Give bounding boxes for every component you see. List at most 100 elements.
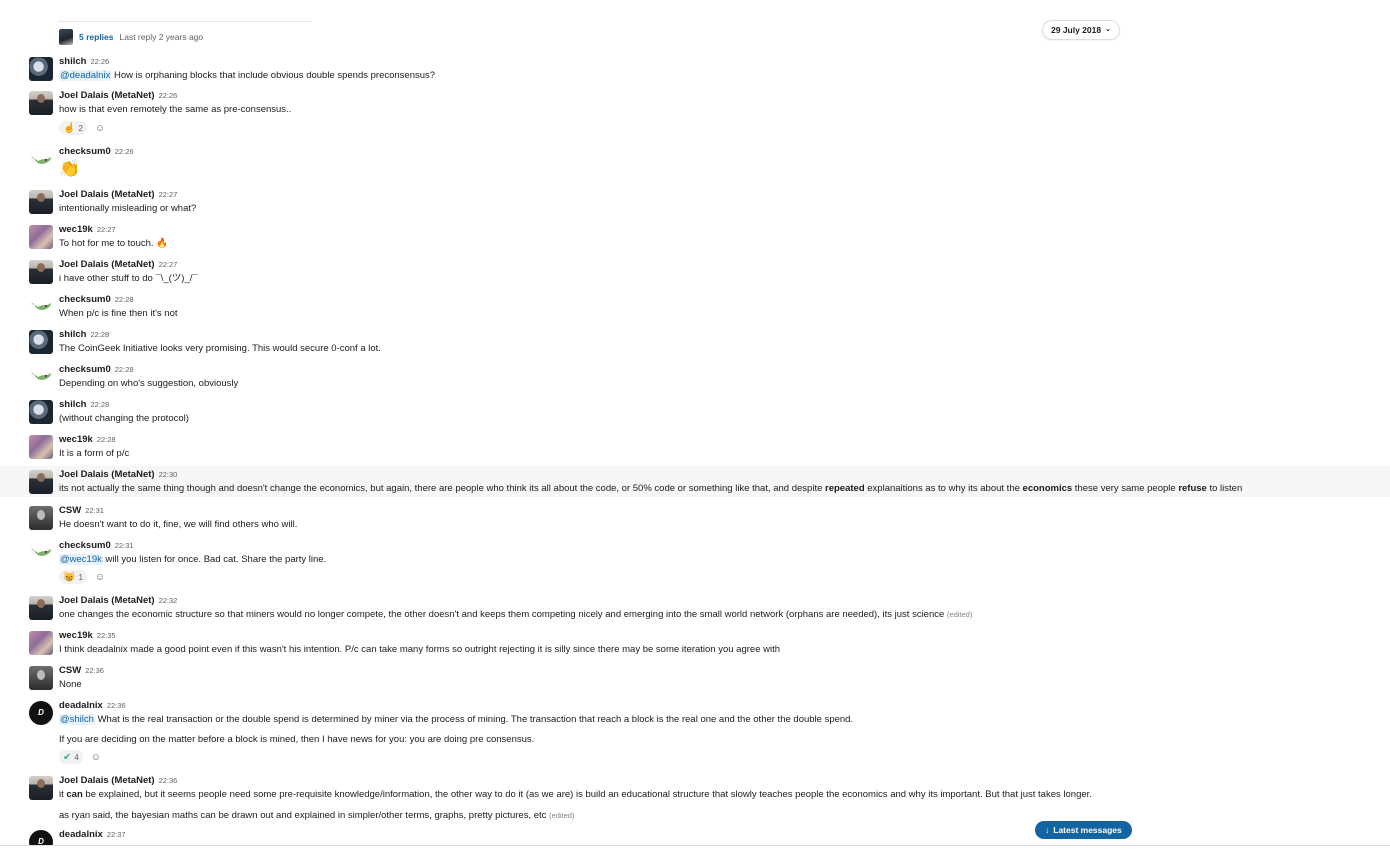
timestamp[interactable]: 22:27	[159, 190, 178, 199]
date-label: 29 July 2018	[1051, 25, 1102, 35]
author-name[interactable]: checksum0	[59, 146, 111, 157]
reaction-count: 2	[78, 123, 83, 133]
avatar[interactable]	[29, 776, 53, 800]
author-name[interactable]: wec19k	[59, 434, 93, 445]
avatar[interactable]: D	[29, 830, 53, 845]
author-name[interactable]: shilch	[59, 329, 86, 340]
avatar[interactable]	[29, 190, 53, 214]
timestamp[interactable]: 22:26	[115, 147, 134, 156]
message-header: Joel Dalais (MetaNet) 22:32	[59, 595, 177, 607]
timestamp[interactable]: 22:36	[107, 701, 126, 710]
message-text-continued: as ryan said, the bayesian maths can be …	[59, 809, 574, 822]
author-name[interactable]: CSW	[59, 505, 81, 516]
reaction-pill[interactable]: ☝ 2	[59, 121, 87, 135]
avatar[interactable]	[29, 506, 53, 530]
text: these very same people	[1072, 483, 1179, 494]
timestamp[interactable]: 22:31	[85, 506, 104, 515]
add-reaction-icon[interactable]: ☺	[88, 750, 104, 764]
timestamp[interactable]: 22:35	[97, 631, 116, 640]
timestamp[interactable]: 22:28	[90, 330, 109, 339]
latest-messages-button[interactable]: ↓ Latest messages	[1035, 821, 1132, 839]
add-reaction-icon[interactable]: ☺	[92, 570, 108, 584]
avatar[interactable]	[29, 400, 53, 424]
avatar[interactable]	[29, 631, 53, 655]
add-reaction-icon[interactable]: ☺	[92, 121, 108, 135]
author-name[interactable]: Joel Dalais (MetaNet)	[59, 90, 155, 101]
timestamp[interactable]: 22:28	[97, 435, 116, 444]
message-header: Joel Dalais (MetaNet) 22:27	[59, 259, 177, 271]
bold-text: economics	[1022, 483, 1073, 494]
message-header: CSW 22:36	[59, 665, 104, 677]
avatar[interactable]	[29, 91, 53, 115]
message-text: one changes the economic structure so th…	[59, 608, 972, 621]
whale-icon	[31, 373, 51, 380]
reaction-pill[interactable]: 😸 1	[59, 570, 87, 584]
thread-summary[interactable]: 5 replies Last reply 2 years ago	[59, 29, 203, 45]
message: Joel Dalais (MetaNet) 22:27 intentionally…	[0, 188, 1390, 218]
timestamp[interactable]: 22:28	[115, 295, 134, 304]
avatar[interactable]	[29, 596, 53, 620]
avatar[interactable]	[29, 295, 53, 319]
avatar[interactable]	[29, 666, 53, 690]
author-name[interactable]: checksum0	[59, 540, 111, 551]
thread-avatar	[59, 29, 73, 45]
smile-cat-emoji-icon: 😸	[63, 571, 76, 583]
timestamp[interactable]: 22:28	[115, 365, 134, 374]
timestamp[interactable]: 22:27	[159, 260, 178, 269]
author-name[interactable]: shilch	[59, 56, 86, 67]
author-name[interactable]: Joel Dalais (MetaNet)	[59, 595, 155, 606]
timestamp[interactable]: 22:32	[159, 596, 178, 605]
author-name[interactable]: deadalnix	[59, 829, 103, 840]
reaction-pill[interactable]: ✔ 4	[59, 750, 83, 764]
author-name[interactable]: Joel Dalais (MetaNet)	[59, 469, 155, 480]
message-text: @deadalnix How is orphaning blocks that …	[59, 69, 435, 82]
avatar[interactable]	[29, 435, 53, 459]
thread-replies-link[interactable]: 5 replies	[79, 31, 114, 44]
message-text: It is a form of p/c	[59, 448, 130, 459]
author-name[interactable]: Joel Dalais (MetaNet)	[59, 189, 155, 200]
avatar[interactable]: D	[29, 701, 53, 725]
avatar[interactable]	[29, 225, 53, 249]
message-text: how is that even remotely the same as pr…	[59, 104, 292, 115]
author-name[interactable]: checksum0	[59, 294, 111, 305]
timestamp[interactable]: 22:31	[115, 541, 134, 550]
timestamp[interactable]: 22:37	[107, 830, 126, 839]
timestamp[interactable]: 22:27	[97, 225, 116, 234]
bold-text: refuse	[1178, 483, 1207, 494]
message-header: checksum0 22:26	[59, 146, 134, 158]
avatar[interactable]	[29, 330, 53, 354]
mention[interactable]: @deadalnix	[59, 70, 112, 81]
avatar[interactable]	[29, 470, 53, 494]
text: one changes the economic structure so th…	[59, 609, 947, 620]
timestamp[interactable]: 22:26	[159, 91, 178, 100]
message-text: Depending on who's suggestion, obviously	[59, 378, 239, 389]
author-name[interactable]: checksum0	[59, 364, 111, 375]
timestamp[interactable]: 22:26	[90, 57, 109, 66]
message-header: deadalnix 22:36	[59, 700, 126, 712]
timestamp[interactable]: 22:28	[90, 400, 109, 409]
message-text: its not actually the same thing though a…	[59, 482, 1242, 495]
author-name[interactable]: CSW	[59, 665, 81, 676]
avatar[interactable]	[29, 260, 53, 284]
avatar[interactable]	[29, 149, 53, 173]
timestamp[interactable]: 22:36	[85, 666, 104, 675]
avatar[interactable]	[29, 541, 53, 565]
author-name[interactable]: Joel Dalais (MetaNet)	[59, 775, 155, 786]
message: checksum0 22:31 @wec19k will you listen f…	[0, 539, 1390, 589]
point-up-emoji-icon: ☝	[63, 122, 76, 134]
author-name[interactable]: wec19k	[59, 224, 93, 235]
avatar[interactable]	[29, 57, 53, 81]
author-name[interactable]: deadalnix	[59, 700, 103, 711]
author-name[interactable]: shilch	[59, 399, 86, 410]
timestamp[interactable]: 22:30	[159, 470, 178, 479]
reactions: ☝ 2 ☺	[59, 121, 108, 135]
timestamp[interactable]: 22:36	[159, 776, 178, 785]
mention[interactable]: @wec19k	[59, 554, 103, 565]
date-divider-button[interactable]: 29 July 2018 ⌄	[1042, 20, 1120, 40]
message-text: @wec19k will you listen for once. Bad ca…	[59, 553, 326, 566]
avatar[interactable]	[29, 365, 53, 389]
author-name[interactable]: wec19k	[59, 630, 93, 641]
author-name[interactable]: Joel Dalais (MetaNet)	[59, 259, 155, 270]
mention[interactable]: @shilch	[59, 714, 95, 725]
text: How is orphaning blocks that include obv…	[111, 70, 436, 81]
